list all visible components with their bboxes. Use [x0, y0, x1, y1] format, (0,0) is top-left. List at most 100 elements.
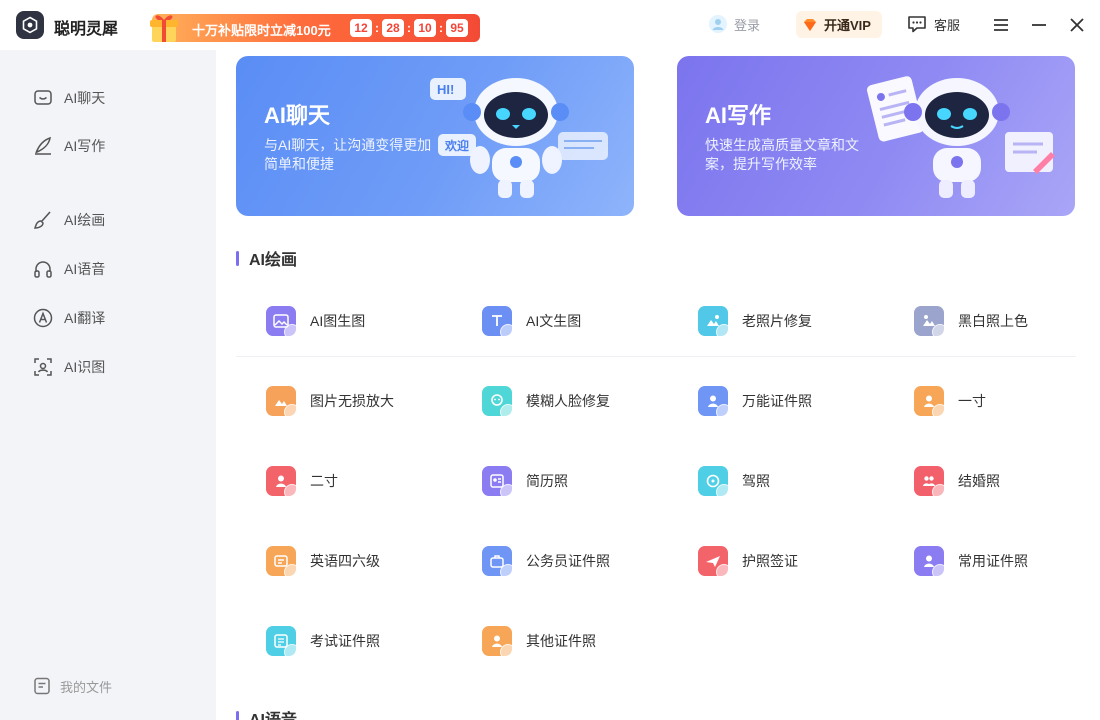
minimize-button[interactable] — [1028, 14, 1050, 36]
id-card-icon — [914, 546, 948, 580]
id-photo-icon — [698, 386, 732, 420]
section-ai-drawing: AI绘画 — [236, 248, 298, 269]
countdown-hours: 12 — [350, 19, 372, 37]
sidebar-item-ai-recognition[interactable]: AI识图 — [32, 355, 105, 379]
briefcase-icon — [482, 546, 516, 580]
sidebar-item-label: AI识图 — [64, 359, 106, 375]
tool-label: 驾照 — [742, 473, 770, 489]
tool-civil-servant-photo[interactable]: 公务员证件照 — [452, 536, 652, 586]
user-icon — [709, 15, 727, 33]
tool-wedding-photo[interactable]: 结婚照 — [884, 456, 1084, 506]
countdown-minutes: 28 — [382, 19, 404, 37]
countdown-separator: : — [407, 21, 411, 35]
exam-cet-icon — [266, 546, 300, 580]
upscale-icon — [266, 386, 300, 420]
speech-bubble-hi: HI! — [437, 82, 454, 97]
tool-two-inch[interactable]: 二寸 — [236, 456, 436, 506]
gift-icon — [150, 15, 178, 42]
section-accent-bar — [236, 710, 239, 720]
banner-description: 快速生成高质量文章和文案，提升写作效率 — [705, 137, 859, 172]
sidebar-item-label: AI语音 — [64, 261, 106, 277]
tool-label: 考试证件照 — [310, 633, 380, 649]
menu-button[interactable] — [990, 14, 1012, 36]
sidebar-item-ai-writing[interactable]: AI写作 — [32, 134, 105, 158]
minimize-icon — [1032, 24, 1046, 26]
tool-driver-license[interactable]: 驾照 — [668, 456, 868, 506]
headphone-icon — [34, 261, 52, 278]
tool-cet-photo[interactable]: 英语四六级 — [236, 536, 436, 586]
colorize-icon — [914, 306, 948, 340]
tool-label: 简历照 — [526, 473, 568, 489]
pen-icon — [35, 136, 51, 155]
scan-icon — [34, 358, 52, 376]
tool-label: AI文生图 — [526, 313, 582, 329]
title-bar: 聪明灵犀 十万补贴限时立减100元 12 : 28 : 10 : 95 登录 开… — [0, 0, 1100, 50]
plane-icon — [698, 546, 732, 580]
tool-img2img[interactable]: AI图生图 — [236, 296, 436, 346]
sidebar-item-label: AI聊天 — [64, 90, 106, 106]
hamburger-icon — [994, 19, 1008, 31]
login-button[interactable]: 登录 — [708, 12, 760, 36]
logo-icon — [22, 16, 38, 34]
tool-other-id-photo[interactable]: 其他证件照 — [452, 616, 652, 666]
tool-label: 一寸 — [958, 393, 986, 409]
banner-title: AI写作 — [705, 103, 772, 128]
vip-button[interactable]: 开通VIP — [796, 11, 882, 38]
speech-bubble-welcome: 欢迎 — [444, 138, 469, 153]
tool-one-inch[interactable]: 一寸 — [884, 376, 1084, 426]
tool-label: 模糊人脸修复 — [526, 393, 610, 409]
tool-resume-photo[interactable]: 简历照 — [452, 456, 652, 506]
tool-label: 英语四六级 — [310, 553, 380, 569]
chat-icon — [34, 90, 52, 105]
tool-upscale[interactable]: 图片无损放大 — [236, 376, 436, 426]
translate-icon — [33, 308, 53, 328]
promo-banner[interactable]: 十万补贴限时立减100元 12 : 28 : 10 : 95 — [150, 14, 480, 42]
close-icon — [1070, 18, 1084, 32]
exam-icon — [266, 626, 300, 660]
text-image-icon — [482, 306, 516, 340]
resume-icon — [482, 466, 516, 500]
robot-writer-illustration — [866, 76, 1055, 198]
sidebar-item-label: 我的文件 — [60, 679, 113, 695]
tool-colorize[interactable]: 黑白照上色 — [884, 296, 1084, 346]
brush-icon — [33, 211, 51, 229]
promo-text: 十万补贴限时立减100元 — [192, 23, 331, 38]
tool-label: 常用证件照 — [958, 553, 1028, 569]
vip-label: 开通VIP — [824, 18, 871, 33]
close-button[interactable] — [1066, 14, 1088, 36]
file-icon — [34, 677, 50, 695]
tool-label: 护照签证 — [742, 553, 798, 569]
tool-common-id-photo[interactable]: 常用证件照 — [884, 536, 1084, 586]
tool-passport-visa[interactable]: 护照签证 — [668, 536, 868, 586]
countdown-centis: 95 — [446, 19, 468, 37]
sidebar-item-ai-voice[interactable]: AI语音 — [32, 257, 105, 281]
ai-chat-banner[interactable]: AI聊天 与AI聊天，让沟通变得更加简单和便捷 HI! 欢迎 — [236, 56, 634, 216]
customer-service-button[interactable]: 客服 — [906, 12, 960, 36]
tool-old-photo-restore[interactable]: 老照片修复 — [668, 296, 868, 346]
sidebar-item-ai-translate[interactable]: AI翻译 — [32, 306, 105, 330]
other-id-icon — [482, 626, 516, 660]
ai-writing-banner[interactable]: AI写作 快速生成高质量文章和文案，提升写作效率 — [677, 56, 1075, 216]
banner-title: AI聊天 — [264, 103, 331, 128]
tool-label: 结婚照 — [958, 473, 1000, 489]
tool-text2img[interactable]: AI文生图 — [452, 296, 652, 346]
one-inch-icon — [914, 386, 948, 420]
photo-restore-icon — [698, 306, 732, 340]
tool-label: 老照片修复 — [742, 313, 812, 329]
sidebar-item-my-files[interactable]: 我的文件 — [32, 674, 112, 698]
countdown-separator: : — [439, 21, 443, 35]
tool-exam-id-photo[interactable]: 考试证件照 — [236, 616, 436, 666]
tool-label: 万能证件照 — [742, 393, 812, 409]
image-icon — [266, 306, 300, 340]
sidebar-item-label: AI翻译 — [64, 310, 106, 326]
section-ai-voice: AI语音 — [236, 708, 297, 720]
robot-illustration: HI! 欢迎 — [430, 78, 608, 198]
sidebar-item-ai-drawing[interactable]: AI绘画 — [32, 208, 105, 232]
sidebar-item-ai-chat[interactable]: AI聊天 — [32, 86, 105, 110]
sidebar: AI聊天 AI写作 AI绘画 AI语音 AI翻译 AI识图 我的文件 — [0, 50, 216, 720]
tool-face-restore[interactable]: 模糊人脸修复 — [452, 376, 652, 426]
face-icon — [482, 386, 516, 420]
section-title: AI绘画 — [249, 252, 298, 269]
tool-id-photo[interactable]: 万能证件照 — [668, 376, 868, 426]
tool-label: 黑白照上色 — [958, 313, 1028, 329]
